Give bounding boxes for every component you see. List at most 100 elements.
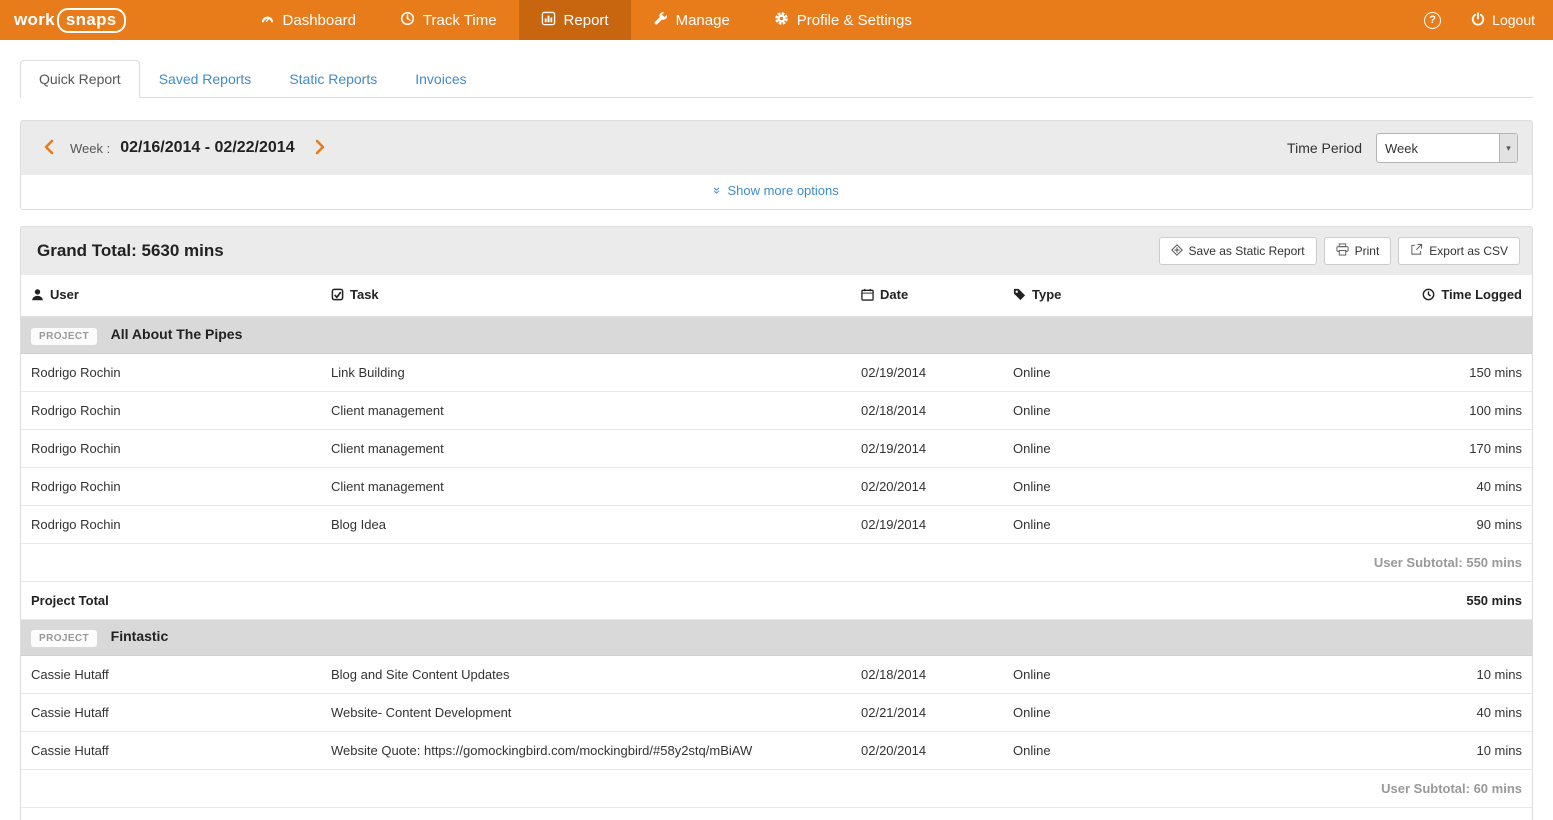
- nav-item-manage[interactable]: Manage: [631, 0, 752, 40]
- column-header-date: Date: [851, 275, 1003, 317]
- cell-type: Online: [1003, 506, 1293, 544]
- cell-time: 100 mins: [1293, 392, 1532, 430]
- cell-date: 02/20/2014: [851, 468, 1003, 506]
- show-more-options-label: Show more options: [727, 183, 838, 198]
- cell-date: 02/21/2014: [851, 694, 1003, 732]
- clock-icon: [1422, 289, 1435, 304]
- project-total-row: Project Total 60 mins: [21, 808, 1532, 820]
- project-total-label: Project Total: [21, 582, 1293, 620]
- cell-time: 170 mins: [1293, 430, 1532, 468]
- help-icon[interactable]: ?: [1424, 12, 1441, 29]
- nav-item-dashboard[interactable]: Dashboard: [238, 0, 378, 40]
- export-icon: [1410, 243, 1423, 259]
- report-table: User Task Date Type Time Logged PROJECT …: [21, 275, 1532, 820]
- table-row: Cassie Hutaff Blog and Site Content Upda…: [21, 656, 1532, 694]
- project-total-value: 60 mins: [1293, 808, 1532, 820]
- report-tabs: Quick Report Saved Reports Static Report…: [20, 60, 1533, 98]
- report-icon: [541, 11, 556, 30]
- cell-user: Cassie Hutaff: [21, 656, 321, 694]
- cell-type: Online: [1003, 354, 1293, 392]
- cell-user: Rodrigo Rochin: [21, 430, 321, 468]
- next-week-button[interactable]: [307, 135, 334, 162]
- tag-icon: [1013, 289, 1026, 304]
- time-period-select[interactable]: Week ▾: [1376, 133, 1518, 163]
- table-row: Rodrigo Rochin Client management 02/19/2…: [21, 430, 1532, 468]
- time-period-group: Time Period Week ▾: [1287, 133, 1518, 163]
- table-header-row: User Task Date Type Time Logged: [21, 275, 1532, 317]
- table-row: Cassie Hutaff Website Quote: https://gom…: [21, 732, 1532, 770]
- cell-date: 02/19/2014: [851, 430, 1003, 468]
- dashboard-icon: [260, 11, 275, 30]
- save-as-static-report-button[interactable]: Save as Static Report: [1159, 237, 1317, 265]
- calendar-icon: [861, 289, 874, 304]
- print-button[interactable]: Print: [1324, 237, 1392, 265]
- week-label: Week :: [70, 141, 110, 156]
- print-icon: [1336, 243, 1349, 259]
- cell-task: Client management: [321, 392, 851, 430]
- show-more-options-link[interactable]: » Show more options: [714, 183, 839, 198]
- power-icon: [1471, 12, 1485, 29]
- save-icon: [1171, 244, 1183, 259]
- user-subtotal-row: User Subtotal: 550 mins: [21, 544, 1532, 582]
- project-name: Fintastic: [111, 628, 169, 644]
- week-range: 02/16/2014 - 02/22/2014: [120, 139, 294, 157]
- track-time-icon: [400, 11, 415, 30]
- print-label: Print: [1355, 244, 1380, 258]
- cell-type: Online: [1003, 392, 1293, 430]
- week-selector-panel: Week : 02/16/2014 - 02/22/2014 Time Peri…: [20, 120, 1533, 210]
- tab-static-reports[interactable]: Static Reports: [270, 60, 396, 98]
- cell-task: Client management: [321, 430, 851, 468]
- cell-task: Blog Idea: [321, 506, 851, 544]
- chevron-right-icon: [315, 139, 326, 158]
- previous-week-button[interactable]: [35, 135, 62, 162]
- main-nav: Dashboard Track Time Report Manage Profi…: [238, 0, 934, 40]
- report-panel: Grand Total: 5630 mins Save as Static Re…: [20, 226, 1533, 820]
- project-total-value: 550 mins: [1293, 582, 1532, 620]
- worksnaps-logo[interactable]: worksnaps: [0, 0, 140, 40]
- user-subtotal: User Subtotal: 550 mins: [21, 544, 1532, 582]
- column-header-time-logged: Time Logged: [1293, 275, 1532, 317]
- cell-user: Cassie Hutaff: [21, 694, 321, 732]
- navbar-right: ? Logout: [1424, 0, 1553, 40]
- table-row: Rodrigo Rochin Client management 02/20/2…: [21, 468, 1532, 506]
- cell-time: 10 mins: [1293, 732, 1532, 770]
- tab-invoices[interactable]: Invoices: [396, 60, 485, 98]
- cell-user: Cassie Hutaff: [21, 732, 321, 770]
- project-header-row: PROJECT All About The Pipes: [21, 317, 1532, 354]
- project-badge: PROJECT: [31, 630, 97, 647]
- column-header-task: Task: [321, 275, 851, 317]
- project-name: All About The Pipes: [111, 326, 243, 342]
- double-chevron-down-icon: »: [711, 187, 724, 194]
- cell-time: 150 mins: [1293, 354, 1532, 392]
- nav-item-label: Dashboard: [283, 12, 356, 29]
- manage-icon: [653, 11, 668, 30]
- cell-user: Rodrigo Rochin: [21, 354, 321, 392]
- user-subtotal: User Subtotal: 60 mins: [21, 770, 1532, 808]
- logo-snaps-text: snaps: [57, 8, 126, 33]
- cell-user: Rodrigo Rochin: [21, 392, 321, 430]
- cell-time: 10 mins: [1293, 656, 1532, 694]
- cell-type: Online: [1003, 468, 1293, 506]
- nav-item-track-time[interactable]: Track Time: [378, 0, 519, 40]
- task-icon: [331, 289, 344, 304]
- save-as-static-report-label: Save as Static Report: [1189, 244, 1305, 258]
- cell-date: 02/20/2014: [851, 732, 1003, 770]
- export-as-csv-button[interactable]: Export as CSV: [1398, 237, 1520, 265]
- tab-quick-report[interactable]: Quick Report: [20, 60, 140, 98]
- logout-button[interactable]: Logout: [1471, 12, 1535, 29]
- time-period-value: Week: [1377, 134, 1499, 162]
- chevron-left-icon: [43, 139, 54, 158]
- column-header-type: Type: [1003, 275, 1293, 317]
- project-badge: PROJECT: [31, 328, 97, 345]
- export-as-csv-label: Export as CSV: [1429, 244, 1508, 258]
- nav-item-report[interactable]: Report: [519, 0, 631, 40]
- cell-time: 40 mins: [1293, 468, 1532, 506]
- nav-item-label: Manage: [676, 12, 730, 29]
- project-total-label: Project Total: [21, 808, 1293, 820]
- cell-time: 40 mins: [1293, 694, 1532, 732]
- column-header-user: User: [21, 275, 321, 317]
- logout-label: Logout: [1492, 12, 1535, 28]
- tab-saved-reports[interactable]: Saved Reports: [140, 60, 271, 98]
- project-header-row: PROJECT Fintastic: [21, 620, 1532, 656]
- nav-item-profile-settings[interactable]: Profile & Settings: [752, 0, 934, 40]
